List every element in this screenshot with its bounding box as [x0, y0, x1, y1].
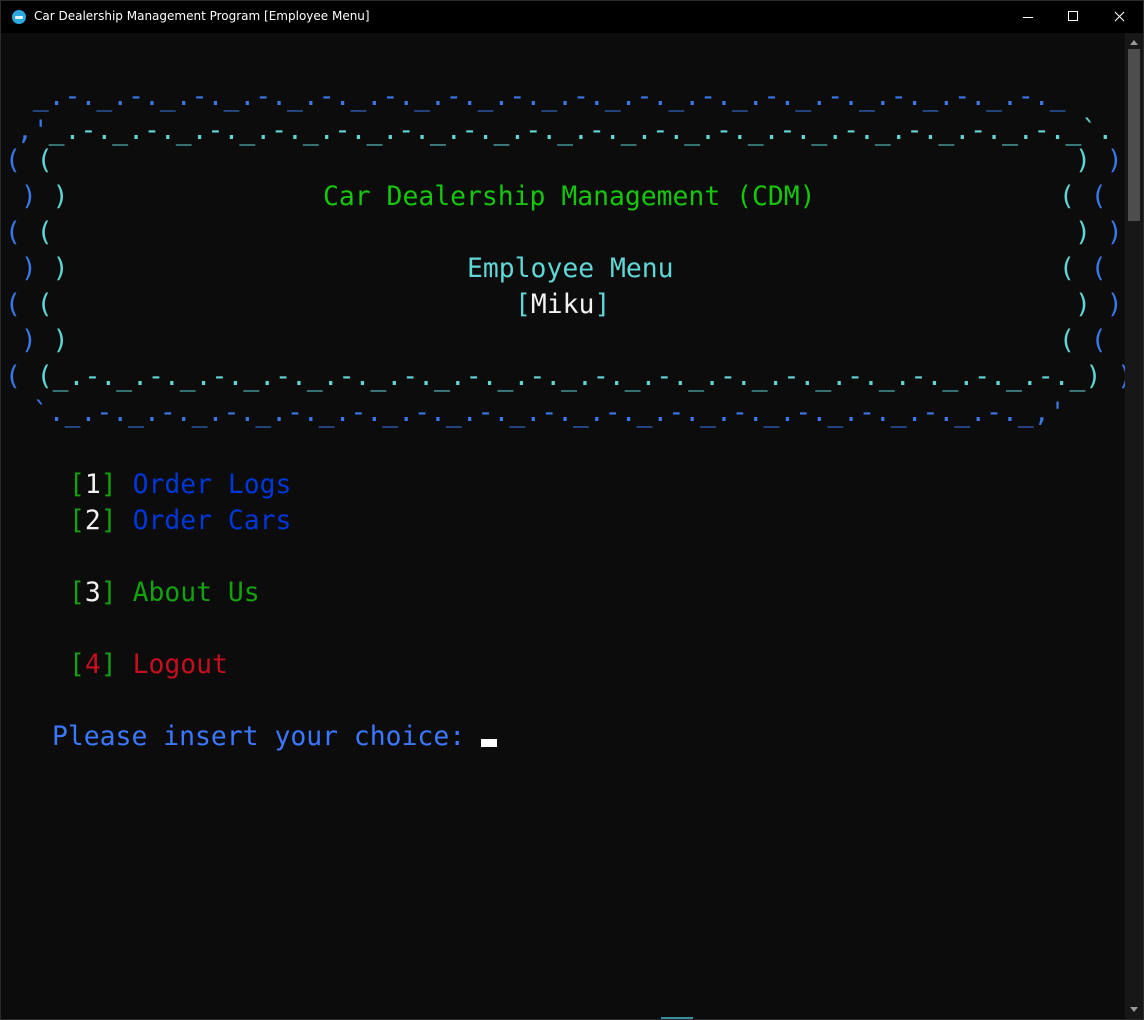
menu-item-order-logs[interactable]: [1] Order Logs [69, 467, 291, 503]
menu-item-logout[interactable]: [4] Logout [69, 647, 228, 683]
banner-bottom-border-inner: ( (_.-._.-._.-._.-._.-._.-._.-._.-._.-._… [5, 361, 1133, 392]
banner-top-border-inner: ,'_.-._.-._.-._.-._.-._.-._.-._.-._.-._.… [1, 115, 1114, 146]
user-name: [Miku] [515, 289, 611, 320]
banner-left-edge: ) ) [20, 181, 69, 212]
title-bar[interactable]: Car Dealership Management Program [Emplo… [1, 1, 1143, 33]
vertical-scrollbar[interactable] [1125, 33, 1143, 1019]
menu-item-about-us[interactable]: [3] About Us [69, 575, 260, 611]
terminal-window: Car Dealership Management Program [Emplo… [0, 0, 1144, 1020]
window-title: Car Dealership Management Program [Emplo… [34, 9, 370, 23]
scroll-down-arrow-icon[interactable] [1130, 1007, 1138, 1012]
console-area[interactable]: _.-._.-._.-._.-._.-._.-._.-._.-._.-._.-.… [1, 33, 1133, 1019]
app-icon [12, 10, 26, 24]
banner-left-edge: ( ( [5, 289, 53, 320]
scrollbar-thumb[interactable] [1128, 49, 1140, 221]
choice-prompt[interactable]: Please insert your choice: [52, 719, 498, 755]
window-resize-indicator [661, 1017, 693, 1019]
scroll-up-arrow-icon[interactable] [1130, 40, 1138, 45]
banner-right-edge: ( ( [1059, 253, 1107, 284]
banner-right-edge: ( ( [1059, 181, 1107, 212]
menu-item-order-cars[interactable]: [2] Order Cars [69, 503, 291, 539]
banner-right-edge: ) ) [1075, 145, 1123, 176]
banner-left-edge: ( ( [5, 217, 53, 248]
minimize-button[interactable] [1005, 1, 1051, 33]
banner-top-border: _.-._.-._.-._.-._.-._.-._.-._.-._.-._.-.… [1, 81, 1066, 112]
menu-title: Employee Menu [467, 253, 674, 284]
text-cursor [481, 739, 498, 747]
close-button[interactable] [1097, 1, 1143, 33]
app-title: Car Dealership Management (CDM) [323, 181, 816, 212]
banner-left-edge: ( ( [5, 145, 53, 176]
banner-left-edge: ) ) [20, 325, 69, 356]
banner-bottom-border: `._.-._.-._.-._.-._.-._.-._.-._.-._.-._.… [1, 397, 1066, 428]
maximize-button[interactable] [1051, 1, 1097, 33]
banner-right-edge: ( ( [1059, 325, 1107, 356]
banner-left-edge: ) ) [20, 253, 69, 284]
banner-right-edge: ) ) [1075, 217, 1123, 248]
banner-right-edge: ) ) [1075, 289, 1123, 320]
